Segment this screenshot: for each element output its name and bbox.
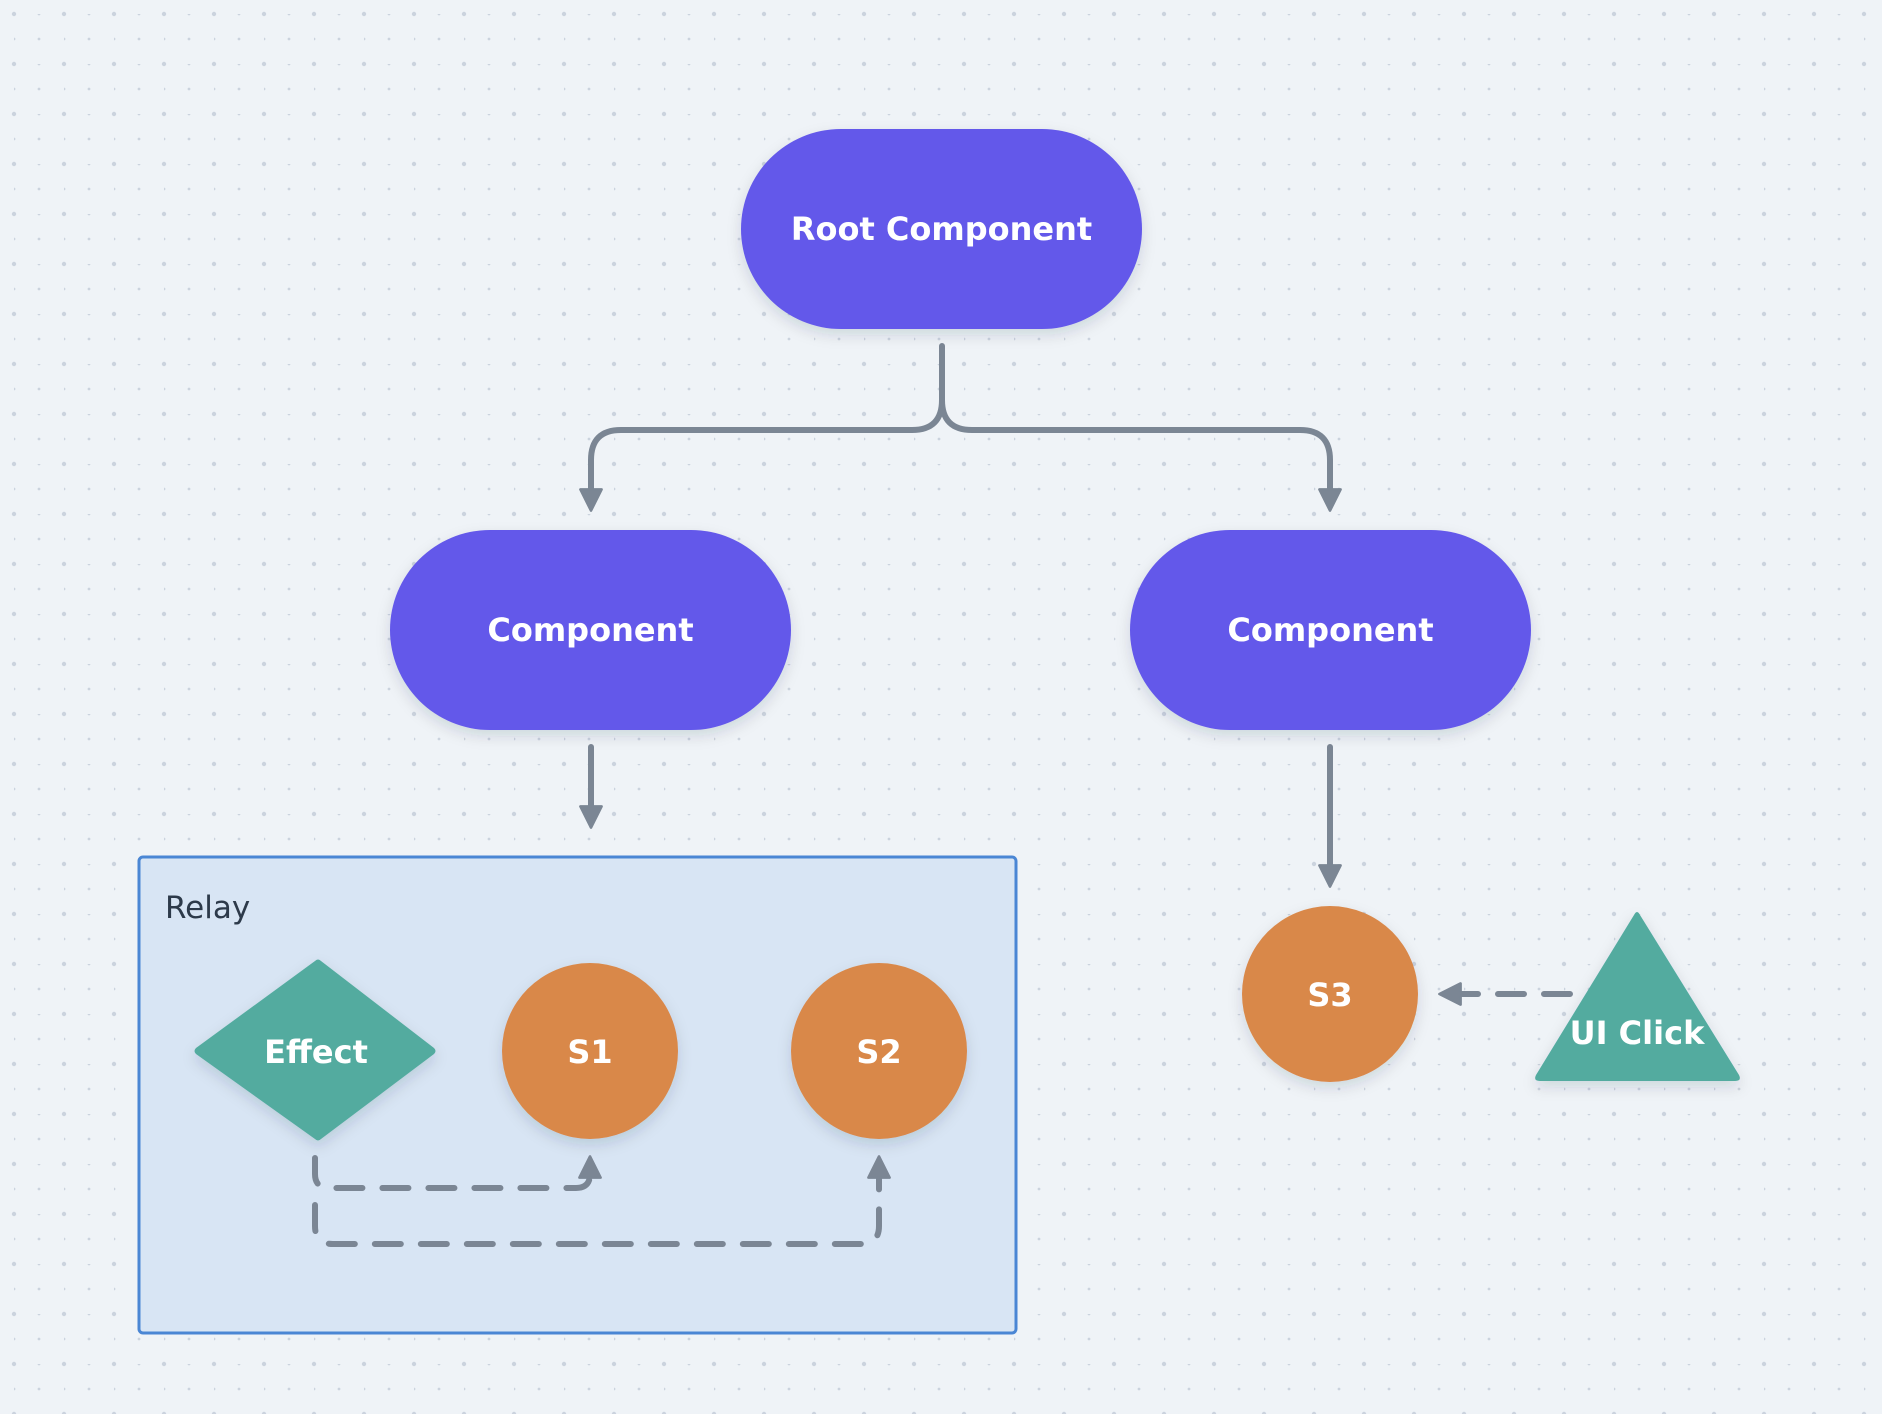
s2-label: S2 (856, 1033, 901, 1071)
s3-label: S3 (1307, 976, 1352, 1014)
node-s2[interactable]: S2 (791, 963, 967, 1139)
diagram-canvas: Relay Root Component Component Component… (0, 0, 1882, 1414)
node-component-right[interactable]: Component (1130, 530, 1531, 730)
node-component-left[interactable]: Component (390, 530, 791, 730)
component-right-label: Component (1227, 611, 1433, 649)
relay-group-label: Relay (165, 890, 250, 926)
root-component-label: Root Component (791, 210, 1092, 248)
s1-label: S1 (567, 1033, 612, 1071)
component-left-label: Component (487, 611, 693, 649)
node-s1[interactable]: S1 (502, 963, 678, 1139)
node-s3[interactable]: S3 (1242, 906, 1418, 1082)
ui-click-label: UI Click (1570, 1014, 1705, 1052)
node-root-component[interactable]: Root Component (741, 129, 1142, 329)
effect-label: Effect (264, 1033, 368, 1071)
